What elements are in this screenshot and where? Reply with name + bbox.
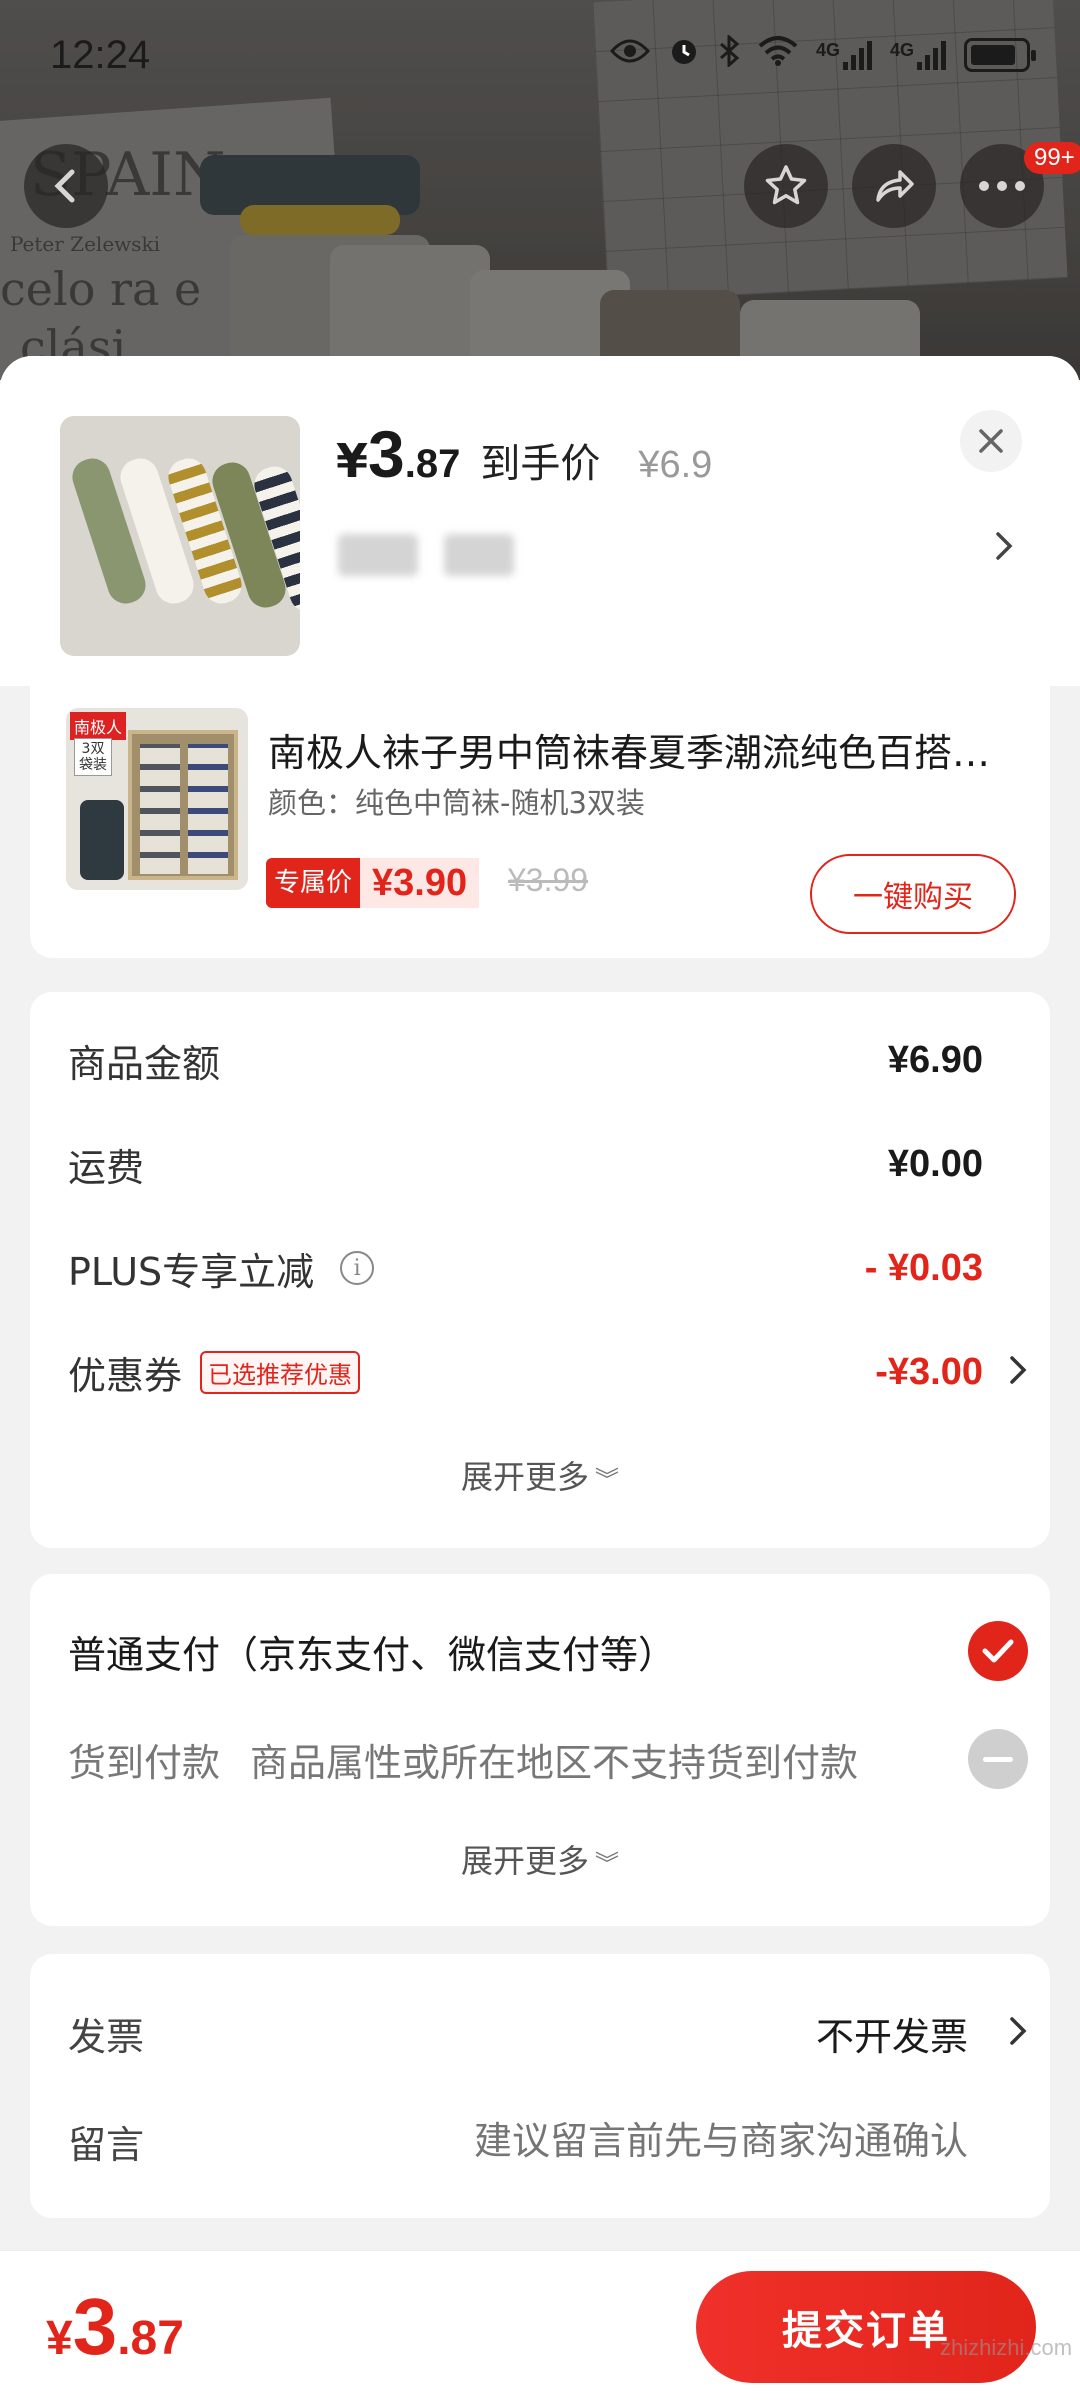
shipping-value: ¥0.00 <box>887 1142 983 1185</box>
exclusive-price: ¥3.90 <box>360 858 480 908</box>
goods-amount-value: ¥6.90 <box>887 1038 983 1081</box>
status-time: 12:24 <box>50 32 151 77</box>
chevron-down-icon: ︾ <box>595 1850 619 1878</box>
brand-tag: 南极人 <box>70 712 127 740</box>
blurred-spec-2[interactable] <box>444 534 514 576</box>
invoice-card: 发票 不开发票 留言 <box>30 1954 1050 2218</box>
goods-amount-label: 商品金额 <box>68 1041 221 1086</box>
strike-price: ¥3.99 <box>508 862 589 898</box>
exclusive-label: 专属价 <box>266 858 361 908</box>
message-row: 留言 <box>68 2106 1028 2176</box>
payment-card: 普通支付（京东支付、微信支付等） 货到付款 商品属性或所在地区不支持货到付款 展… <box>30 1574 1050 1926</box>
total-symbol: ¥ <box>46 2312 73 2365</box>
invoice-row[interactable]: 发票 不开发票 <box>68 1998 1028 2068</box>
expand-more-label: 展开更多 <box>460 1458 589 1496</box>
invoice-value: 不开发票 <box>815 2014 968 2059</box>
wifi-icon <box>758 36 798 74</box>
price-symbol: ¥ <box>336 434 369 488</box>
product-thumbnail[interactable] <box>60 416 300 656</box>
product-card: 南极人 3双 袋装 南极人袜子男中筒袜春夏季潮流纯色百搭… 颜色：纯色中筒袜-随… <box>30 686 1050 958</box>
total-price: ¥ 3 .87 <box>46 2281 184 2373</box>
submit-order-button[interactable]: 提交订单 <box>696 2271 1036 2383</box>
network-label-1: 4G <box>815 40 840 60</box>
message-input[interactable] <box>348 2119 968 2163</box>
price-integer: 3 <box>368 417 405 491</box>
info-icon[interactable]: i <box>340 1251 375 1285</box>
share-button[interactable] <box>852 144 936 228</box>
signal-4g-icon: 4G <box>890 40 946 70</box>
expand-more-payment[interactable]: 展开更多 ︾ <box>30 1836 1050 1882</box>
star-icon <box>765 165 807 205</box>
share-icon <box>876 170 914 202</box>
check-selected-icon[interactable] <box>968 1621 1028 1681</box>
back-button[interactable] <box>24 144 108 228</box>
original-price: ¥6.9 <box>638 444 713 486</box>
price-label: 到手价 <box>480 441 601 487</box>
product-title[interactable]: 南极人袜子男中筒袜春夏季潮流纯色百搭… <box>268 722 1028 777</box>
close-button[interactable] <box>960 410 1022 472</box>
favorite-button[interactable] <box>744 144 828 228</box>
fee-row-shipping: 运费 ¥0.00 <box>68 1134 1028 1194</box>
price-decimal: .87 <box>404 442 461 486</box>
watermark: zhizhizhi.com <box>940 2335 1073 2360</box>
alarm-icon <box>668 35 700 75</box>
eye-icon <box>609 37 650 73</box>
sock-in-front <box>80 800 124 880</box>
more-dots-icon <box>979 181 1025 191</box>
fee-row-coupon[interactable]: 优惠券 已选推荐优惠 -¥3.00 <box>68 1342 1028 1402</box>
chevron-right-icon[interactable] <box>994 526 1014 572</box>
blurred-spec-1[interactable] <box>338 534 418 576</box>
chevron-left-icon <box>54 169 75 203</box>
box-column-1 <box>140 744 180 874</box>
disabled-option-icon <box>968 1729 1028 1789</box>
expand-more-label: 展开更多 <box>460 1842 589 1880</box>
network-label-2: 4G <box>889 40 914 60</box>
chevron-right-icon[interactable] <box>1008 2015 1028 2051</box>
status-bar: 12:24 4G 4G <box>0 0 1080 110</box>
total-integer: 3 <box>72 2282 118 2371</box>
expand-more-fees[interactable]: 展开更多 ︾ <box>30 1452 1050 1498</box>
coupon-tag: 已选推荐优惠 <box>200 1350 361 1394</box>
fees-card: 商品金额 ¥6.90 运费 ¥0.00 PLUS专享立减 i - ¥0.03 优… <box>30 992 1050 1548</box>
coupon-label: 优惠券 <box>68 1353 183 1398</box>
payment-option-normal[interactable]: 普通支付（京东支付、微信支付等） <box>68 1616 1028 1686</box>
bluetooth-icon <box>718 33 740 75</box>
payment-option-cod: 货到付款 商品属性或所在地区不支持货到付款 <box>68 1724 1028 1794</box>
fee-row-plus: PLUS专享立减 i - ¥0.03 <box>68 1238 1028 1298</box>
sheet-header: ¥ 3 .87 到手价 ¥6.9 <box>0 356 1080 686</box>
status-icons: 4G 4G <box>609 33 1036 75</box>
normal-payment-label: 普通支付（京东支付、微信支付等） <box>68 1632 677 1677</box>
fee-row-goods: 商品金额 ¥6.90 <box>68 1030 1028 1090</box>
chevron-down-icon: ︾ <box>595 1466 619 1494</box>
product-image[interactable]: 南极人 3双 袋装 <box>66 708 248 890</box>
notification-badge: 99+ <box>1024 142 1080 174</box>
one-click-buy-button[interactable]: 一键购买 <box>810 854 1016 934</box>
chevron-right-icon[interactable] <box>1008 1354 1028 1390</box>
bottom-bar: ¥ 3 .87 提交订单 <box>0 2250 1080 2400</box>
cod-description: 商品属性或所在地区不支持货到付款 <box>250 1740 859 1785</box>
message-label: 留言 <box>68 2122 145 2167</box>
exclusive-price-tag: 专属价 ¥3.90 <box>266 858 480 908</box>
battery-icon <box>964 38 1036 72</box>
invoice-label: 发票 <box>68 2014 145 2059</box>
cod-label: 货到付款 <box>68 1740 221 1785</box>
signal-4g-icon: 4G <box>816 40 872 70</box>
order-sheet: ¥ 3 .87 到手价 ¥6.9 南极人 3双 袋装 南极人袜子男中筒袜春夏季潮… <box>0 356 1080 2400</box>
summary-price: ¥ 3 .87 到手价 ¥6.9 <box>336 416 712 492</box>
pack-tag: 3双 袋装 <box>74 738 112 776</box>
plus-discount-value: - ¥0.03 <box>864 1246 983 1289</box>
plus-discount-label: PLUS专享立减 <box>68 1249 315 1294</box>
product-spec: 颜色：纯色中筒袜-随机3双装 <box>268 786 645 820</box>
close-icon <box>979 429 1003 453</box>
box-column-2 <box>188 744 228 874</box>
coupon-value: -¥3.00 <box>875 1350 983 1393</box>
box-image <box>128 730 238 880</box>
total-decimal: .87 <box>117 2312 184 2365</box>
shipping-label: 运费 <box>68 1145 145 1190</box>
